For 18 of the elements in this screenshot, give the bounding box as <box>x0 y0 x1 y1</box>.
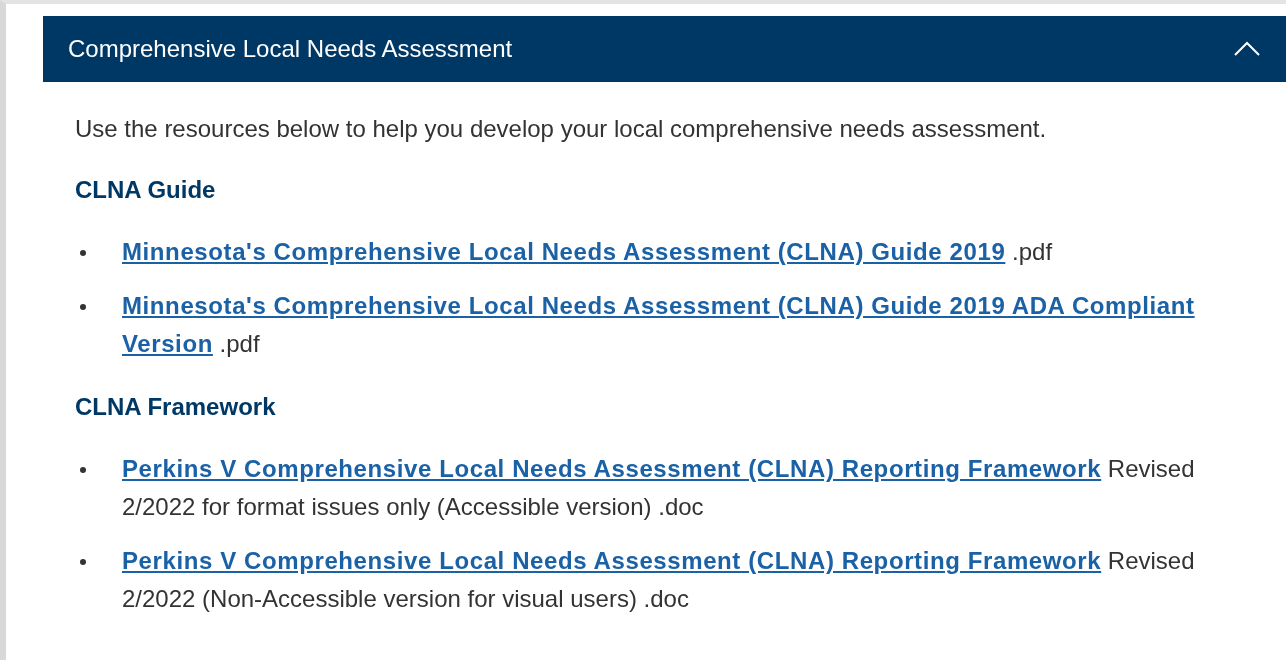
bullet-icon <box>80 467 86 473</box>
document-link[interactable]: Minnesota's Comprehensive Local Needs Assessment (CLNA) Guide 2019 <box>122 238 1006 265</box>
chevron-up-icon <box>1234 41 1260 57</box>
document-link[interactable]: Perkins V Comprehensive Local Needs Assessment (CLNA) Reporting Framework <box>122 455 1102 482</box>
bullet-icon <box>80 250 86 256</box>
accordion-header[interactable]: Comprehensive Local Needs Assessment <box>43 16 1286 82</box>
resource-text: Perkins V Comprehensive Local Needs Assessment (CLNA) Reporting Framework Revised 2/2022 for format issues only (Accessible version) .doc <box>122 454 1196 522</box>
section-heading: CLNA Guide <box>75 176 217 204</box>
bullet-icon <box>80 304 86 310</box>
bullet-icon <box>80 559 86 565</box>
intro-text: Use the resources below to help you develop your local comprehensive needs assessment. <box>75 115 1048 143</box>
resource-text: Minnesota's Comprehensive Local Needs Assessment (CLNA) Guide 2019 ADA Compliant Version .pdf <box>122 291 1196 359</box>
resource-text: Minnesota's Comprehensive Local Needs Assessment (CLNA) Guide 2019 .pdf <box>122 237 1053 267</box>
resource-text: Perkins V Comprehensive Local Needs Assessment (CLNA) Reporting Framework Revised 2/2022 (Non-Accessible version for visual users) .doc <box>122 546 1196 614</box>
document-link[interactable]: Version <box>122 330 213 357</box>
document-link[interactable]: Perkins V Comprehensive Local Needs Assessment (CLNA) Reporting Framework <box>122 547 1102 574</box>
document-link[interactable]: Minnesota's Comprehensive Local Needs Assessment (CLNA) Guide 2019 ADA Compliant <box>122 292 1195 319</box>
section-heading: CLNA Framework <box>75 393 277 421</box>
